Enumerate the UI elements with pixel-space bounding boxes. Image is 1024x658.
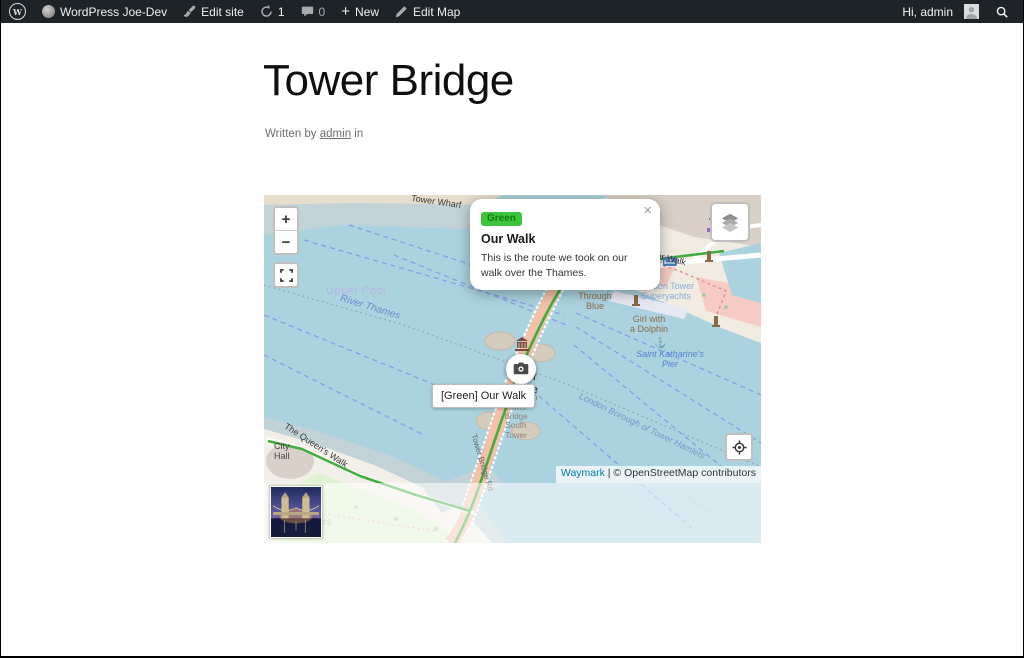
edit-site-label: Edit site (201, 5, 244, 19)
byline-prefix: Written by (265, 128, 317, 140)
page-title: Tower Bridge (263, 56, 514, 106)
photo-marker[interactable] (506, 354, 536, 384)
popup-title: Our Walk (481, 232, 649, 246)
plus-icon: + (341, 4, 350, 19)
site-name-label: WordPress Joe-Dev (60, 5, 167, 19)
layers-icon (719, 211, 741, 233)
locate-button[interactable] (727, 435, 751, 459)
greeting-label: Hi, admin (902, 5, 953, 19)
edit-map-button[interactable]: Edit Map (387, 0, 468, 23)
comments-icon (301, 5, 314, 18)
updates-button[interactable]: 1 (252, 0, 293, 23)
locate-icon (732, 440, 747, 455)
edit-site-button[interactable]: Edit site (175, 0, 252, 23)
hotel-icon (663, 257, 677, 266)
gallery-thumbnail[interactable] (270, 486, 322, 538)
site-favicon (42, 5, 55, 18)
fullscreen-icon (280, 269, 293, 282)
wp-admin-bar: W WordPress Joe-Dev Edit site 1 (1, 0, 1023, 23)
wordpress-logo-icon: W (9, 3, 26, 20)
map-attribution: Waymark | © OpenStreetMap contributors (556, 466, 761, 483)
search-button[interactable] (987, 0, 1017, 23)
avatar (964, 4, 979, 19)
close-icon[interactable]: × (643, 203, 652, 218)
edit-map-label: Edit Map (413, 5, 460, 19)
waymark-link[interactable]: Waymark (561, 467, 605, 479)
fullscreen-control (273, 262, 299, 288)
route-tooltip[interactable]: [Green] Our Walk (432, 384, 535, 408)
site-menu[interactable]: WordPress Joe-Dev (34, 0, 175, 23)
author-link[interactable]: admin (320, 128, 351, 140)
updates-icon (260, 5, 273, 18)
route-popup: Green × Our Walk This is the route we to… (470, 199, 660, 290)
comments-button[interactable]: 0 (293, 0, 334, 23)
osm-attribution: | © OpenStreetMap contributors (605, 467, 756, 479)
leaflet-map[interactable]: Upper Pool River Thames Tower Wharf Cloi… (264, 195, 761, 543)
new-content-button[interactable]: + New (333, 0, 387, 23)
pencil-icon (395, 5, 408, 18)
updates-count: 1 (278, 5, 285, 19)
my-account-menu[interactable]: Hi, admin (894, 0, 987, 23)
new-label: New (355, 5, 379, 19)
locate-control (725, 433, 753, 461)
byline-suffix: in (354, 128, 363, 140)
byline: Written by admin in (265, 128, 363, 140)
admin-bar-right: Hi, admin (894, 0, 1023, 23)
fullscreen-button[interactable] (275, 264, 297, 286)
zoom-out-button[interactable]: − (275, 231, 297, 253)
search-icon (995, 5, 1009, 19)
image-gallery-strip (264, 483, 761, 543)
browser-viewport: W WordPress Joe-Dev Edit site 1 (0, 0, 1024, 658)
comments-count: 0 (319, 5, 326, 19)
zoom-control: + − (273, 206, 299, 255)
zoom-in-button[interactable]: + (275, 208, 297, 230)
type-badge: Green (481, 212, 522, 226)
layers-control[interactable] (710, 202, 750, 242)
camera-icon (513, 362, 529, 376)
admin-bar-left: W WordPress Joe-Dev Edit site 1 (1, 0, 468, 23)
tower-bridge-photo (271, 487, 321, 537)
popup-description: This is the route we took on our walk ov… (481, 251, 649, 280)
wp-logo-menu[interactable]: W (1, 0, 34, 23)
customize-brush-icon (183, 5, 196, 18)
